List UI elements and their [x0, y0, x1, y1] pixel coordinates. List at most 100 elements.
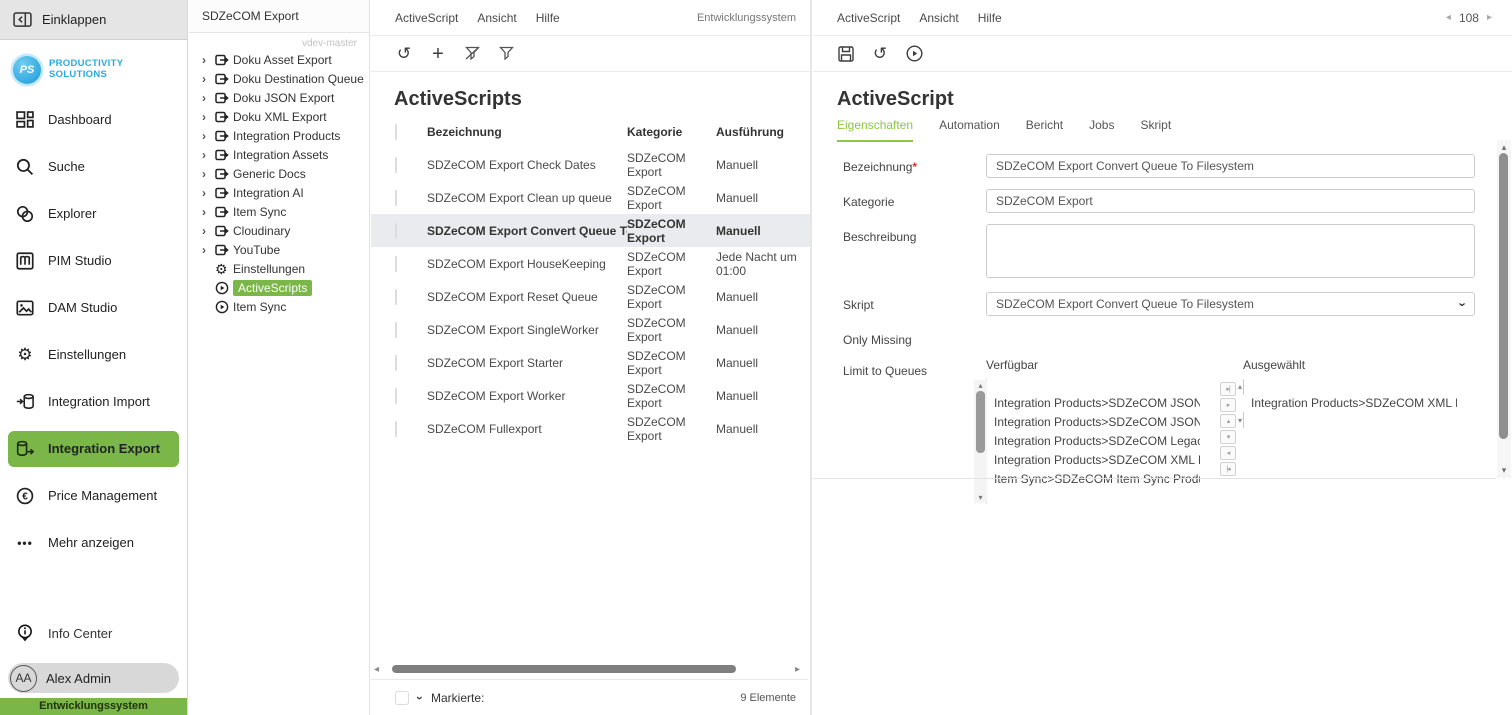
chevron-right-icon[interactable]: ›: [202, 167, 215, 181]
beschreibung-field[interactable]: [986, 224, 1475, 278]
move-all-left-button[interactable]: |◂: [1220, 462, 1236, 476]
tree-item-doku-destination-queue[interactable]: ›Doku Destination Queue: [189, 69, 369, 88]
vscroll-thumb[interactable]: [1499, 153, 1508, 439]
listbox-scrollbar[interactable]: ▴ ▾: [986, 380, 987, 503]
move-all-right-button[interactable]: ▸|: [1220, 382, 1236, 396]
tree-item-integration-products[interactable]: ›Integration Products: [189, 126, 369, 145]
menu-activescript[interactable]: ActiveScript: [395, 11, 458, 25]
tab-bericht[interactable]: Bericht: [1026, 118, 1063, 142]
table-row-selected[interactable]: SDZeCOM Export Convert Queue To Files...…: [371, 214, 810, 247]
refresh-button[interactable]: ↺: [393, 43, 415, 65]
list-item[interactable]: Item Sync>SDZeCOM Item Sync Products: [986, 470, 1200, 489]
move-down-button[interactable]: ▾: [1220, 430, 1236, 444]
sidebar-item-info-center[interactable]: Info Center: [0, 611, 187, 655]
tree-item-activescripts[interactable]: ActiveScripts: [189, 278, 369, 297]
sidebar-item-dashboard[interactable]: Dashboard: [8, 102, 179, 138]
clear-filter-button[interactable]: [461, 43, 483, 65]
move-right-button[interactable]: ▸: [1220, 398, 1236, 412]
move-left-button[interactable]: ◂: [1220, 446, 1236, 460]
chevron-right-icon[interactable]: ›: [202, 129, 215, 143]
menu-activescript[interactable]: ActiveScript: [837, 11, 900, 25]
select-all-checkbox[interactable]: [395, 124, 397, 140]
menu-hilfe[interactable]: Hilfe: [978, 11, 1002, 25]
row-checkbox[interactable]: [395, 421, 397, 437]
chevron-right-icon[interactable]: ›: [202, 91, 215, 105]
next-record-icon[interactable]: ▸: [1487, 12, 1492, 23]
filter-button[interactable]: [495, 43, 517, 65]
row-checkbox[interactable]: [395, 355, 397, 371]
scroll-right-icon[interactable]: ▸: [795, 664, 805, 675]
row-checkbox[interactable]: [395, 190, 397, 206]
table-row[interactable]: SDZeCOM Export Reset Queue SDZeCOM Expor…: [371, 280, 810, 313]
row-checkbox[interactable]: [395, 223, 397, 239]
tree-item-cloudinary[interactable]: ›Cloudinary: [189, 221, 369, 240]
tree-item-youtube[interactable]: ›YouTube: [189, 240, 369, 259]
table-row[interactable]: SDZeCOM Export Starter SDZeCOM Export Ma…: [371, 346, 810, 379]
chevron-right-icon[interactable]: ›: [202, 186, 215, 200]
add-button[interactable]: +: [427, 43, 449, 65]
scroll-up-icon[interactable]: ▴: [1497, 142, 1511, 153]
table-row[interactable]: SDZeCOM Export Worker SDZeCOM Export Man…: [371, 379, 810, 412]
user-menu[interactable]: AA Alex Admin: [8, 663, 179, 693]
skript-select[interactable]: SDZeCOM Export Convert Queue To Filesyst…: [986, 292, 1475, 316]
save-button[interactable]: [835, 43, 857, 65]
menu-ansicht[interactable]: Ansicht: [919, 11, 958, 25]
table-row[interactable]: SDZeCOM Export SingleWorker SDZeCOM Expo…: [371, 313, 810, 346]
bezeichnung-field[interactable]: [986, 154, 1475, 178]
column-kategorie[interactable]: Kategorie: [627, 125, 716, 139]
chevron-right-icon[interactable]: ›: [202, 53, 215, 67]
sidebar-item-integration-import[interactable]: Integration Import: [8, 384, 179, 420]
tab-jobs[interactable]: Jobs: [1089, 118, 1114, 142]
table-row[interactable]: SDZeCOM Export Clean up queue SDZeCOM Ex…: [371, 181, 810, 214]
sidebar-item-integration-export[interactable]: Integration Export: [8, 431, 179, 467]
scroll-down-icon[interactable]: ▾: [1497, 465, 1511, 476]
list-item[interactable]: Integration Products>SDZeCOM XML Record …: [986, 451, 1200, 470]
tree-item-item-sync-script[interactable]: Item Sync: [189, 297, 369, 316]
hscroll-thumb[interactable]: [392, 665, 736, 673]
menu-ansicht[interactable]: Ansicht: [477, 11, 516, 25]
chevron-right-icon[interactable]: ›: [202, 148, 215, 162]
sidebar-item-price-management[interactable]: € Price Management: [8, 478, 179, 514]
column-ausfuehrung[interactable]: Ausführung: [716, 125, 810, 139]
tree-item-integration-assets[interactable]: ›Integration Assets: [189, 145, 369, 164]
horizontal-scrollbar[interactable]: ◂ ▸: [371, 662, 808, 676]
selected-listbox[interactable]: Integration Products>SDZeCOM XML Item Ex…: [1243, 379, 1470, 428]
tree-item-generic-docs[interactable]: ›Generic Docs: [189, 164, 369, 183]
row-checkbox[interactable]: [395, 322, 397, 338]
row-checkbox[interactable]: [395, 256, 397, 272]
chevron-right-icon[interactable]: ›: [202, 205, 215, 219]
chevron-right-icon[interactable]: ›: [202, 110, 215, 124]
chevron-right-icon[interactable]: ›: [202, 224, 215, 238]
sidebar-item-suche[interactable]: Suche: [8, 149, 179, 185]
tree-item-doku-asset-export[interactable]: ›Doku Asset Export: [189, 50, 369, 69]
list-item[interactable]: Integration Products>SDZeCOM JSON Record…: [986, 413, 1200, 432]
list-item[interactable]: Integration Products>SDZeCOM XML Item Ex…: [1243, 394, 1457, 413]
tree-item-item-sync[interactable]: ›Item Sync: [189, 202, 369, 221]
tree-item-doku-json-export[interactable]: ›Doku JSON Export: [189, 88, 369, 107]
list-item[interactable]: Integration Products>SDZeCOM JSON Item E…: [986, 394, 1200, 413]
column-bezeichnung[interactable]: Bezeichnung: [427, 125, 627, 139]
tab-skript[interactable]: Skript: [1140, 118, 1171, 142]
sidebar-item-dam-studio[interactable]: DAM Studio: [8, 290, 179, 326]
sidebar-item-einstellungen[interactable]: ⚙ Einstellungen: [8, 337, 179, 373]
scroll-left-icon[interactable]: ◂: [374, 664, 384, 675]
prev-record-icon[interactable]: ◂: [1446, 12, 1451, 23]
footer-checkbox[interactable]: [395, 691, 409, 705]
menu-hilfe[interactable]: Hilfe: [536, 11, 560, 25]
row-checkbox[interactable]: [395, 289, 397, 305]
tree-item-integration-ai[interactable]: ›Integration AI: [189, 183, 369, 202]
tree-item-einstellungen[interactable]: ⚙Einstellungen: [189, 259, 369, 278]
kategorie-field[interactable]: [986, 189, 1475, 213]
row-checkbox[interactable]: [395, 157, 397, 173]
list-item[interactable]: Integration Products>SDZeCOM Legacy XML …: [986, 432, 1200, 451]
collapse-button[interactable]: Einklappen: [0, 0, 187, 40]
table-row[interactable]: SDZeCOM Export HouseKeeping SDZeCOM Expo…: [371, 247, 810, 280]
tree-item-doku-xml-export[interactable]: ›Doku XML Export: [189, 107, 369, 126]
table-row[interactable]: SDZeCOM Fullexport SDZeCOM Export Manuel…: [371, 412, 810, 445]
run-button[interactable]: [903, 43, 925, 65]
table-row[interactable]: SDZeCOM Export Check Dates SDZeCOM Expor…: [371, 148, 810, 181]
refresh-button[interactable]: ↺: [869, 43, 891, 65]
sidebar-item-mehr-anzeigen[interactable]: ••• Mehr anzeigen: [8, 525, 179, 561]
move-up-button[interactable]: ▴: [1220, 414, 1236, 428]
sidebar-item-pim-studio[interactable]: PIM Studio: [8, 243, 179, 279]
